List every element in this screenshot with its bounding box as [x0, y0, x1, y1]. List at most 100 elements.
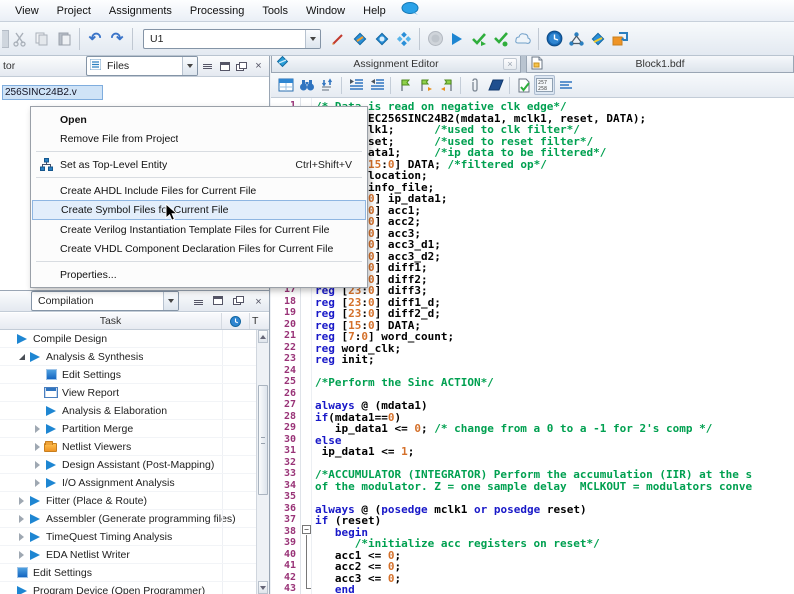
help-bubble-icon[interactable]: [401, 2, 421, 19]
entity-combo[interactable]: U1: [143, 29, 321, 49]
task-row[interactable]: Compile Design: [0, 330, 256, 348]
task-column-header[interactable]: Task: [0, 313, 222, 329]
expander-open-icon[interactable]: [16, 351, 27, 362]
navigator-dock-icon[interactable]: [217, 59, 232, 74]
netlist-hierarchy-icon[interactable]: [565, 28, 587, 50]
context-menu-item[interactable]: Create Verilog Instantiation Template Fi…: [32, 220, 366, 239]
tasks-float-icon[interactable]: [231, 293, 246, 308]
code-line[interactable]: reg [23:0] acc3_d1;: [315, 238, 794, 250]
timing-analyzer-clock-icon[interactable]: [543, 28, 565, 50]
task-row[interactable]: Edit Settings: [0, 564, 256, 582]
task-row[interactable]: Netlist Viewers: [0, 438, 256, 456]
block1-titlebar[interactable]: Block1.bdf: [526, 56, 794, 73]
code-line[interactable]: /*initialize acc registers on reset*/: [315, 537, 794, 549]
menubar-item-assignments[interactable]: Assignments: [100, 2, 181, 20]
code-line[interactable]: module DEC256SINC24B2(mdata1, mclk1, res…: [315, 112, 794, 124]
bookmark-previous-icon[interactable]: [436, 75, 457, 95]
assignment-editor-titlebar[interactable]: Assignment Editor ×: [271, 56, 521, 73]
code-line[interactable]: acc2 <= 0;: [315, 560, 794, 572]
code-line[interactable]: [315, 365, 794, 377]
code-line[interactable]: reg [23:0] diff2_d;: [315, 307, 794, 319]
binoculars-icon[interactable]: [296, 75, 317, 95]
expander-closed-icon[interactable]: [32, 459, 43, 470]
window-grid-icon[interactable]: [275, 75, 296, 95]
assignment-editor-close-icon[interactable]: ×: [503, 58, 517, 70]
expander-closed-icon[interactable]: [32, 441, 43, 452]
scroll-down-icon[interactable]: [258, 581, 268, 594]
code-line[interactable]: reg [23:0] diff3;: [315, 284, 794, 296]
navigator-menu-icon[interactable]: [200, 59, 215, 74]
code-line[interactable]: ip_data1 <= 0; /* change from a 0 to a -…: [315, 422, 794, 434]
code-line[interactable]: integer info_file;: [315, 181, 794, 193]
code-line[interactable]: integer location;: [315, 169, 794, 181]
code-line[interactable]: /*ACCUMULATOR (INTEGRATOR) Perform the a…: [315, 468, 794, 480]
context-menu-item[interactable]: Create VHDL Component Declaration Files …: [32, 239, 366, 258]
code-line[interactable]: input mclk1; /*used to clk filter*/: [315, 123, 794, 135]
start-fitter-icon[interactable]: [490, 28, 512, 50]
menubar-item-window[interactable]: Window: [297, 2, 354, 20]
indent-increase-icon[interactable]: [345, 75, 366, 95]
context-menu-item[interactable]: Create Symbol Files for Current File: [32, 200, 366, 220]
indent-decrease-icon[interactable]: [366, 75, 387, 95]
selected-file-item[interactable]: 256SINC24B2.v: [2, 85, 103, 100]
memory-update-icon[interactable]: [609, 28, 631, 50]
code-line[interactable]: reg [23:0] diff2;: [315, 273, 794, 285]
code-line[interactable]: always @ (mdata1): [315, 399, 794, 411]
code-text-area[interactable]: /* Data is read on negative clk edge*/mo…: [312, 98, 794, 594]
tasks-menu-icon[interactable]: [191, 295, 206, 310]
task-row[interactable]: Design Assistant (Post-Mapping): [0, 456, 256, 474]
code-line[interactable]: reg [23:0] acc3_d2;: [315, 250, 794, 262]
bookmark-toggle-icon[interactable]: [394, 75, 415, 95]
task-row[interactable]: Edit Settings: [0, 366, 256, 384]
menubar-item-processing[interactable]: Processing: [181, 2, 253, 20]
expander-closed-icon[interactable]: [16, 495, 27, 506]
flow-combo[interactable]: Compilation: [31, 291, 179, 311]
entity-combo-dropdown[interactable]: [305, 30, 320, 48]
code-line[interactable]: end: [315, 583, 794, 594]
eda-diamond-icon[interactable]: [587, 28, 609, 50]
expander-closed-icon[interactable]: [16, 513, 27, 524]
analyze-file-icon[interactable]: [513, 75, 534, 95]
code-line[interactable]: else: [315, 434, 794, 446]
copy-icon[interactable]: [31, 28, 53, 50]
context-menu-item[interactable]: Remove File from Project: [32, 129, 366, 148]
code-line[interactable]: [315, 388, 794, 400]
task-row[interactable]: EDA Netlist Writer: [0, 546, 256, 564]
task-row[interactable]: Program Device (Open Programmer): [0, 582, 256, 594]
task-row[interactable]: Analysis & Synthesis: [0, 348, 256, 366]
fold-marker[interactable]: −: [302, 525, 311, 534]
navigator-view-dropdown[interactable]: [182, 57, 197, 75]
whitespace-icon[interactable]: [555, 75, 576, 95]
undo-icon[interactable]: ↶: [84, 28, 106, 50]
code-line[interactable]: output [15:0] DATA; /*filtered op*/: [315, 158, 794, 170]
task-row[interactable]: Partition Merge: [0, 420, 256, 438]
code-line[interactable]: if (reset): [315, 514, 794, 526]
menubar-item-tools[interactable]: Tools: [253, 2, 297, 20]
context-menu-item[interactable]: Open: [32, 110, 366, 129]
code-line[interactable]: reg word_clk;: [315, 342, 794, 354]
task-row[interactable]: Analysis & Elaboration: [0, 402, 256, 420]
code-line[interactable]: acc3 <= 0;: [315, 572, 794, 584]
task-row[interactable]: View Report: [0, 384, 256, 402]
expander-closed-icon[interactable]: [32, 423, 43, 434]
navigator-close-icon[interactable]: ×: [251, 59, 266, 74]
pencil-icon[interactable]: [327, 28, 349, 50]
task-row[interactable]: Assembler (Generate programming files): [0, 510, 256, 528]
code-line[interactable]: reg [23:0] acc2;: [315, 215, 794, 227]
code-line[interactable]: of the modulator. Z = one sample delay M…: [315, 480, 794, 492]
code-line[interactable]: /* Data is read on negative clk edge*/: [315, 100, 794, 112]
code-line[interactable]: ip_data1 <= 1;: [315, 445, 794, 457]
code-line[interactable]: input reset; /*used to reset filter*/: [315, 135, 794, 147]
code-line[interactable]: acc1 <= 0;: [315, 549, 794, 561]
redo-icon[interactable]: ↷: [106, 28, 128, 50]
comment-block-icon[interactable]: [485, 75, 506, 95]
code-line[interactable]: [315, 457, 794, 469]
cut-scissors-icon[interactable]: [9, 28, 31, 50]
pin-planner-diamond-icon[interactable]: [393, 28, 415, 50]
start-compilation-icon[interactable]: [446, 28, 468, 50]
navigator-float-icon[interactable]: [234, 59, 249, 74]
scroll-up-icon[interactable]: [258, 330, 268, 343]
code-line[interactable]: reg [7:0] word_count;: [315, 330, 794, 342]
code-line[interactable]: always @ (posedge mclk1 or posedge reset…: [315, 503, 794, 515]
tasks-scrollbar[interactable]: [256, 330, 269, 594]
